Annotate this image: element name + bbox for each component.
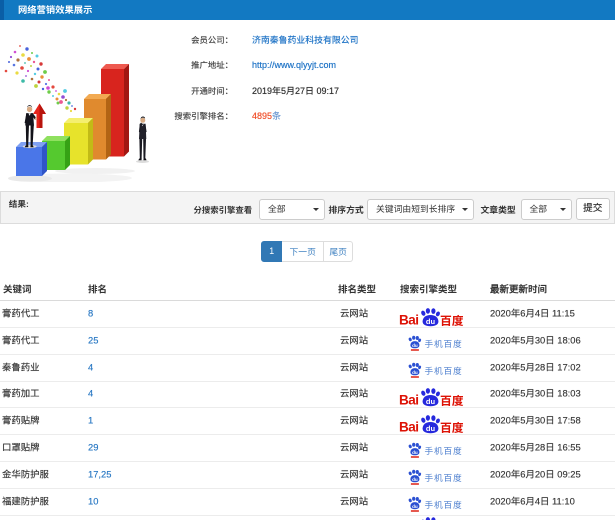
svg-text:du: du [426,398,436,407]
svg-text:du: du [426,317,436,326]
svg-text:百度: 百度 [440,392,464,407]
svg-text:百度: 百度 [440,419,464,434]
svg-text:du: du [412,450,418,455]
svg-text:Bai: Bai [399,313,419,328]
svg-text:du: du [412,504,418,509]
svg-text:du: du [412,477,418,482]
svg-text:du: du [412,370,418,375]
svg-text:du: du [426,424,436,433]
svg-text:Bai: Bai [399,420,419,435]
svg-text:Bai: Bai [399,393,419,408]
svg-text:百度: 百度 [440,312,464,327]
svg-text:du: du [412,343,418,348]
